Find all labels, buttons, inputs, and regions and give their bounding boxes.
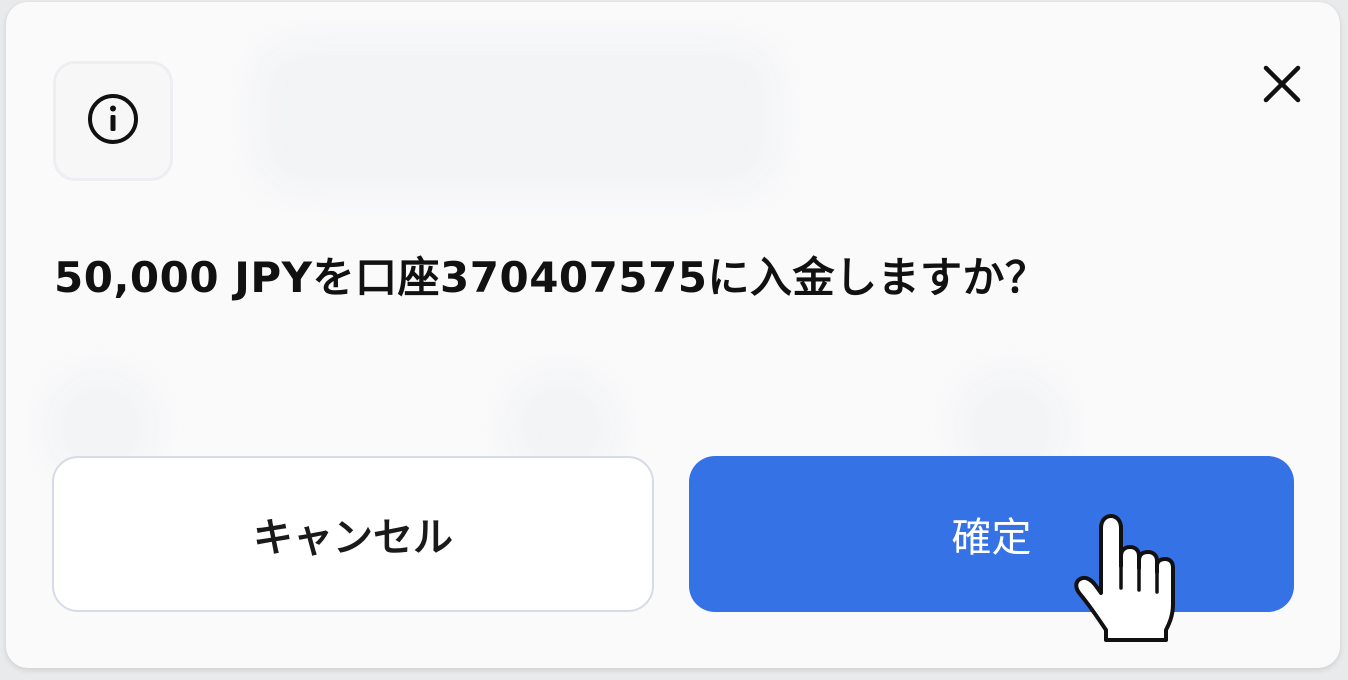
background-shape (256, 42, 776, 192)
close-button[interactable] (1256, 60, 1308, 112)
pointer-hand-cursor (1068, 512, 1178, 647)
close-icon (1260, 62, 1304, 110)
confirm-button-label: 確定 (951, 515, 1032, 561)
cancel-button[interactable]: キャンセル (52, 456, 654, 612)
confirm-button[interactable]: 確定 (689, 456, 1294, 612)
info-icon (85, 91, 141, 151)
info-icon-container (53, 61, 173, 181)
cancel-button-label: キャンセル (253, 515, 453, 561)
confirmation-message: 50,000 JPYを口座370407575に入金しますか？ (54, 253, 1048, 302)
